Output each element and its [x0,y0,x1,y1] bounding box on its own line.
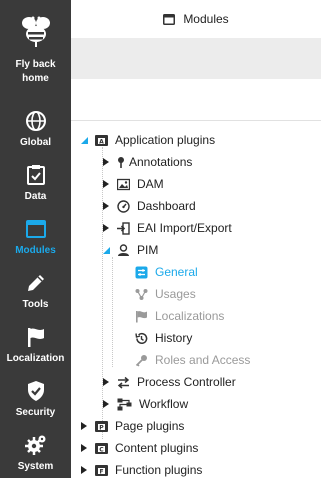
svg-text:F: F [99,468,103,475]
nav-security-label: Security [15,407,56,418]
pin-icon [118,156,124,168]
expanded-arrow-icon[interactable] [101,245,111,255]
tree-node-roles[interactable]: Roles and Access [135,349,250,371]
tree-node-annotations[interactable]: Annotations [101,151,192,173]
globe-icon [25,111,46,131]
page-header: Modules [71,0,321,38]
tree-label: Process Controller [137,375,236,389]
image-icon [117,178,130,190]
tree-node-application-plugins[interactable]: A Application plugins [79,129,215,151]
flag-icon [27,328,44,347]
nav-data-label: Data [24,191,47,202]
gears-icon [24,435,45,455]
svg-text:P: P [99,424,104,431]
share-nodes-icon [135,288,148,300]
tree-node-eai[interactable]: EAI Import/Export [101,217,232,239]
toolbar-strip [71,38,321,79]
window-icon [163,13,176,25]
tree-label: History [155,331,193,345]
collapsed-arrow-icon[interactable] [101,157,111,167]
page-title: Modules [183,12,229,26]
workflow-icon [117,398,132,410]
fly-back-home-button[interactable]: Fly back home [0,0,71,92]
nav-global[interactable]: Global [0,104,71,158]
home-label: Fly back home [15,59,56,84]
clipboard-check-icon [26,165,45,185]
nav-tools-label: Tools [22,299,49,310]
tree-label: PIM [137,243,159,257]
tree-label: Usages [155,287,196,301]
svg-text:A: A [99,138,104,145]
tree-node-localizations[interactable]: Localizations [135,305,224,327]
flag-icon [136,310,147,322]
gauge-icon [117,199,130,213]
sliders-icon [135,266,148,278]
collapsed-arrow-icon[interactable] [101,201,111,211]
main-sidebar: Fly back home Global Data Modules Tools [0,0,71,478]
user-icon [118,243,129,256]
collapsed-arrow-icon[interactable] [79,421,89,431]
exchange-arrows-icon [117,376,130,389]
plugin-box-icon: P [95,420,108,432]
key-icon [135,354,147,367]
nav-global-label: Global [19,137,52,148]
collapsed-arrow-icon[interactable] [79,465,89,475]
plugin-box-icon: A [95,134,108,146]
window-icon [25,220,46,238]
tree-label: Dashboard [137,199,196,213]
tree-label: Function plugins [115,463,203,477]
tree-node-history[interactable]: History [135,327,192,349]
tree-node-content-plugins[interactable]: C Content plugins [79,437,198,459]
tree-node-function-plugins[interactable]: F Function plugins [79,459,202,478]
collapsed-arrow-icon[interactable] [101,223,111,233]
nav-modules[interactable]: Modules [0,212,71,266]
tree-node-usages[interactable]: Usages [135,283,196,305]
tree-node-page-plugins[interactable]: P Page plugins [79,415,184,437]
nav-modules-label: Modules [15,245,56,256]
import-export-icon [117,221,130,235]
collapsed-arrow-icon[interactable] [79,443,89,453]
bee-logo-icon [21,16,50,47]
tree-node-general[interactable]: General [135,261,198,283]
tree-label: General [155,265,198,279]
svg-text:C: C [99,446,104,453]
tree-label: Localizations [155,309,225,323]
tree-node-workflow[interactable]: Workflow [101,393,188,415]
tree-label: Application plugins [115,133,216,147]
pencil-icon [27,275,44,291]
nav-system-label: System [17,461,54,472]
tree-label: Content plugins [115,441,199,455]
plugin-box-icon: F [95,464,108,476]
nav-tools[interactable]: Tools [0,266,71,320]
nav-system[interactable]: System [0,428,71,478]
nav-security[interactable]: Security [0,374,71,428]
tree-node-dam[interactable]: DAM [101,173,164,195]
collapsed-arrow-icon[interactable] [101,179,111,189]
nav-data[interactable]: Data [0,158,71,212]
history-icon [135,332,148,344]
tree-label: Workflow [139,397,189,411]
collapsed-arrow-icon[interactable] [101,399,111,409]
tree-label: Roles and Access [155,353,251,367]
tree-label: EAI Import/Export [137,221,232,235]
tree-label: Annotations [129,155,193,169]
tree-node-pim[interactable]: PIM [101,239,158,261]
module-tree: A Application plugins Annotations DAM Da… [71,121,321,478]
shield-check-icon [27,381,44,401]
plugin-box-icon: C [95,442,108,454]
collapsed-arrow-icon[interactable] [101,377,111,387]
tree-label: Page plugins [115,419,185,433]
tree-node-dashboard[interactable]: Dashboard [101,195,196,217]
expanded-arrow-icon[interactable] [79,135,89,145]
nav-localization-label: Localization [6,353,65,364]
nav-localization[interactable]: Localization [0,320,71,374]
tree-label: DAM [137,177,164,191]
tree-node-process-controller[interactable]: Process Controller [101,371,236,393]
